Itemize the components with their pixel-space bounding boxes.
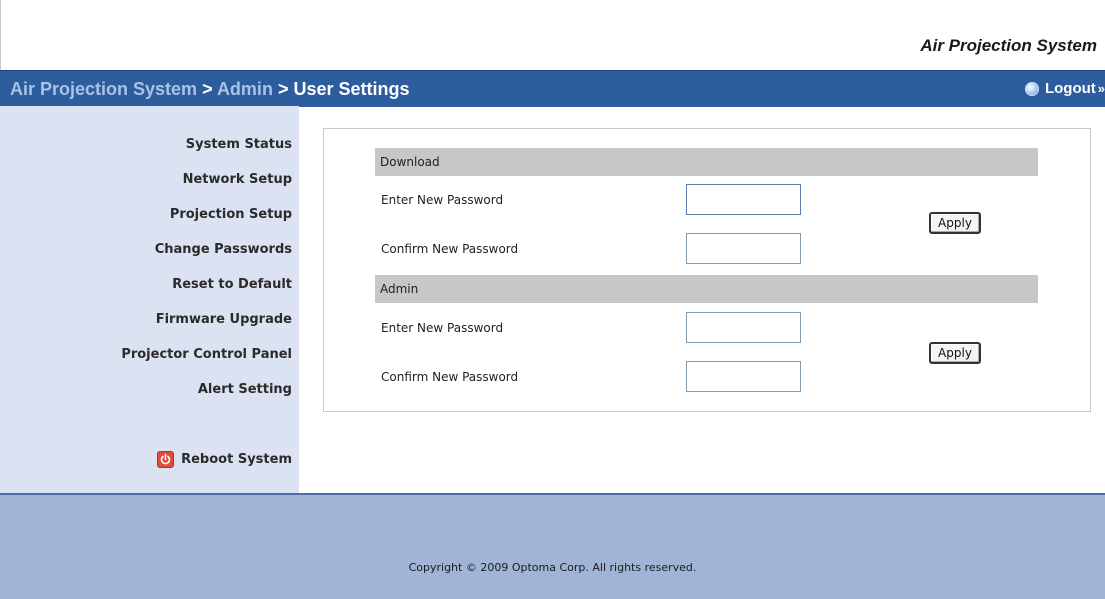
download-section-header: Download [375,148,1038,176]
breadcrumb-separator: > [202,79,213,99]
breadcrumb: Air Projection System > Admin > User Set… [10,79,410,100]
title-bar: Air Projection System > Admin > User Set… [0,70,1105,107]
logout-link[interactable]: Logout » [1024,80,1105,97]
sidebar-item-system-status[interactable]: System Status [121,137,292,172]
power-icon [157,451,175,468]
sidebar-item-reset-to-default[interactable]: Reset to Default [121,277,292,312]
download-apply-button[interactable]: Apply [929,212,981,234]
copyright-text: Copyright © 2009 Optoma Corp. All rights… [408,561,697,574]
download-confirm-password-input[interactable] [686,233,801,264]
sidebar-item-change-passwords[interactable]: Change Passwords [121,242,292,277]
download-new-password-label: Enter New Password [381,193,504,207]
admin-apply-button[interactable]: Apply [929,342,981,364]
breadcrumb-home[interactable]: Air Projection System [10,79,197,99]
footer: Copyright © 2009 Optoma Corp. All rights… [0,493,1105,599]
sidebar-item-network-setup[interactable]: Network Setup [121,172,292,207]
password-settings-panel: Download Enter New Password Confirm New … [323,128,1091,412]
reboot-label: Reboot System [181,452,292,467]
sidebar-nav: System Status Network Setup Projection S… [121,137,292,417]
admin-new-password-input[interactable] [686,312,801,343]
admin-section-header: Admin [375,275,1038,303]
download-new-password-input[interactable] [686,184,801,215]
admin-confirm-password-label: Confirm New Password [381,370,519,384]
breadcrumb-separator: > [277,79,289,99]
sidebar-item-alert-setting[interactable]: Alert Setting [121,382,292,417]
sidebar-item-firmware-upgrade[interactable]: Firmware Upgrade [121,312,292,347]
brand-title: Air Projection System [920,36,1097,55]
reboot-system-button[interactable]: Reboot System [157,451,292,468]
sidebar-item-projection-setup[interactable]: Projection Setup [121,207,292,242]
breadcrumb-admin[interactable]: Admin [217,79,273,99]
globe-icon [1024,81,1039,96]
breadcrumb-current: User Settings [293,79,410,99]
sidebar: System Status Network Setup Projection S… [0,106,299,493]
logout-label: Logout [1044,80,1096,97]
chevron-right-icon: » [1097,81,1105,96]
admin-new-password-label: Enter New Password [381,321,504,335]
download-confirm-password-label: Confirm New Password [381,242,519,256]
sidebar-item-projector-control-panel[interactable]: Projector Control Panel [121,347,292,382]
admin-confirm-password-input[interactable] [686,361,801,392]
